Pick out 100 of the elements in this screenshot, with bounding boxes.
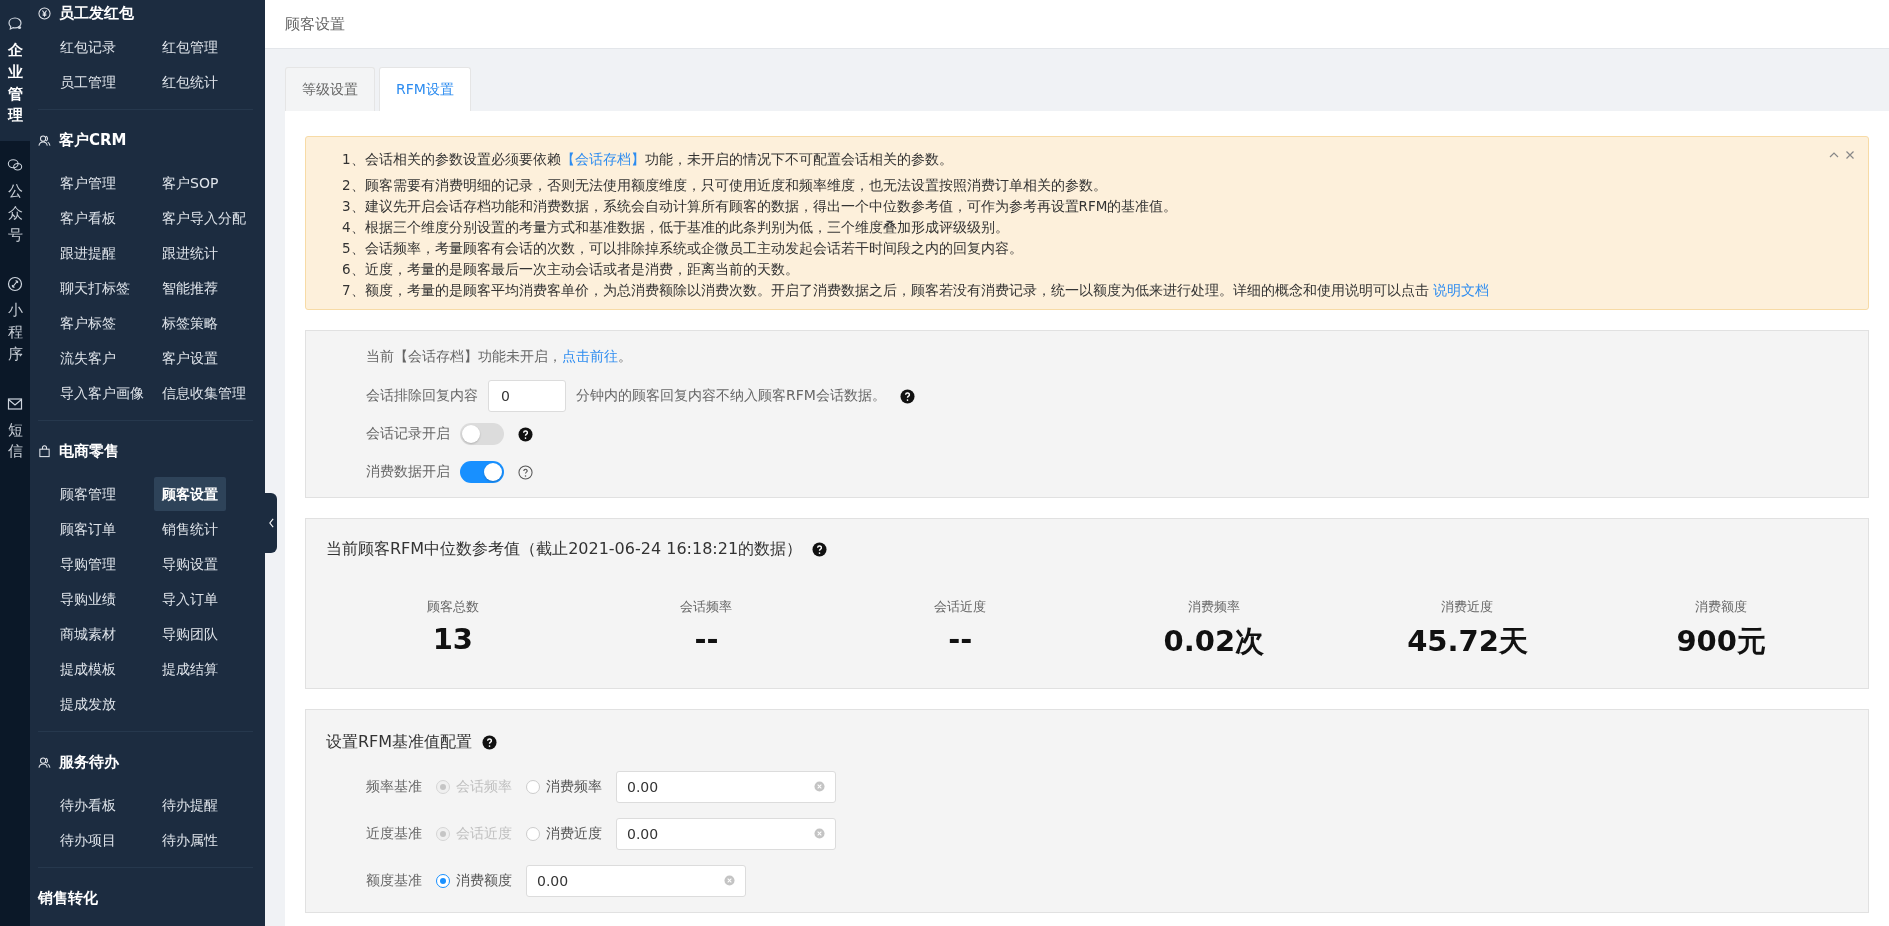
menu-item[interactable]: 标签策略: [154, 306, 226, 340]
rail-item[interactable]: 公众号: [0, 141, 30, 261]
stat-value: 900元: [1676, 623, 1766, 660]
alert-line: 1、会话相关的参数设置必须要依赖【会话存档】功能，未开启的情况下不可配置会话相关的参数。: [342, 150, 953, 169]
clear-icon[interactable]: [814, 828, 825, 839]
chat-bubbles-icon: [7, 157, 23, 173]
rail-item[interactable]: 企业管理: [0, 0, 30, 141]
page-title: 顾客设置: [285, 14, 345, 34]
envelope-icon: [7, 395, 23, 412]
menu-section-title: 销售转化: [38, 888, 98, 908]
menu-item[interactable]: 顾客设置: [154, 477, 226, 511]
menu-item[interactable]: 顾客管理: [52, 477, 124, 511]
menu-item[interactable]: 导入订单: [154, 582, 226, 616]
field-hint: 分钟内的顾客回复内容不纳入顾客RFM会话数据。: [576, 387, 886, 405]
rail-label: 企业管理: [7, 40, 23, 127]
link-circle-icon: [7, 276, 23, 293]
field-label: 会话排除回复内容: [366, 387, 478, 405]
section-title: 设置RFM基准值配置: [326, 732, 473, 753]
alert-line: 3、建议先开启会话存档功能和消费数据，系统会自动计算所有顾客的数据，得出一个中位数参考值，可作为参考再设置RFM的基准值。: [342, 197, 1178, 216]
menu-item[interactable]: 客户SOP: [154, 166, 227, 200]
radio-label: 消费近度: [546, 824, 602, 843]
tab[interactable]: RFM设置: [379, 67, 471, 111]
menu-item[interactable]: 提成结算: [154, 652, 226, 686]
menu-item[interactable]: 导购设置: [154, 547, 226, 581]
clear-icon[interactable]: [724, 875, 735, 886]
menu-item[interactable]: 导购团队: [154, 617, 226, 651]
menu-item[interactable]: 导购管理: [52, 547, 124, 581]
radio-label: 消费额度: [456, 871, 512, 890]
stat-label: 会话近度: [934, 598, 987, 616]
menu-item[interactable]: 红包统计: [154, 65, 226, 99]
help-icon[interactable]: [482, 735, 498, 750]
help-icon[interactable]: [518, 426, 533, 442]
menu-item[interactable]: 客户看板: [52, 201, 124, 235]
menu-item[interactable]: 流失客户: [52, 341, 124, 375]
chevron-left-icon: [267, 518, 275, 528]
menu-item[interactable]: 提成发放: [52, 687, 124, 721]
radio-button[interactable]: [526, 779, 540, 794]
people-icon: [38, 755, 51, 769]
rail-label: 小程序: [7, 300, 23, 365]
minutes-input[interactable]: 0: [488, 380, 566, 412]
field-label: 频率基准: [366, 777, 422, 796]
value-input[interactable]: 0.00: [616, 817, 836, 850]
menu-item[interactable]: 红包管理: [154, 30, 226, 64]
stat-label: 消费近度: [1441, 598, 1494, 616]
menu-item[interactable]: 导入客户画像: [52, 376, 152, 410]
rail-item[interactable]: 短信: [0, 379, 30, 477]
help-icon[interactable]: [812, 542, 828, 557]
stat-value: 45.72天: [1407, 623, 1528, 660]
toggle-label: 消费数据开启: [366, 463, 450, 481]
alert-line: 7、额度，考量的是顾客平均消费客单价，为总消费额除以消费次数。开启了消费数据之后，顾客若没有消费记录，统一以额度为低来进行处理。详细的概念和使用说明可以点击 说明文档: [342, 281, 1489, 300]
shopping-bag-icon: [38, 444, 51, 458]
menu-item[interactable]: 客户管理: [52, 166, 124, 200]
menu-item[interactable]: 信息收集管理: [154, 376, 254, 410]
field-label: 额度基准: [366, 871, 422, 890]
stat-label: 消费频率: [1187, 598, 1240, 616]
toggle-label: 会话记录开启: [366, 425, 450, 443]
menu-item[interactable]: 商城素材: [52, 617, 124, 651]
menu-item[interactable]: 客户设置: [154, 341, 226, 375]
menu-item[interactable]: 跟进提醒: [52, 236, 124, 270]
toggle-switch[interactable]: [460, 423, 504, 445]
clear-icon[interactable]: [814, 781, 825, 792]
menu-item[interactable]: 顾客订单: [52, 512, 124, 546]
menu-item[interactable]: 员工管理: [52, 65, 124, 99]
alert-line: 5、会话频率，考量顾客有会话的次数，可以排除掉系统或企微员工主动发起会话若干时间段之内的回复内容。: [342, 239, 1023, 258]
alert-line: 6、近度，考量的是顾客最后一次主动会话或者是消费，距离当前的天数。: [342, 260, 799, 279]
yen-icon: [38, 6, 51, 20]
toggle-switch[interactable]: [460, 461, 504, 483]
stat-label: 会话频率: [680, 598, 733, 616]
help-icon[interactable]: [899, 388, 915, 404]
stat-value: --: [694, 622, 719, 656]
menu-item[interactable]: 聊天打标签: [52, 271, 138, 305]
menu-item[interactable]: 红包记录: [52, 30, 124, 64]
value-input[interactable]: 0.00: [616, 770, 836, 803]
stat-label: 顾客总数: [426, 598, 479, 616]
menu-item[interactable]: 待办提醒: [154, 788, 226, 822]
menu-item[interactable]: 导购业绩: [52, 582, 124, 616]
menu-item[interactable]: 待办项目: [52, 823, 124, 857]
rail-label: 公众号: [7, 181, 23, 246]
value-input[interactable]: 0.00: [526, 864, 746, 897]
people-icon: [38, 133, 51, 147]
menu-item[interactable]: 智能推荐: [154, 271, 226, 305]
stat-value: 0.02次: [1163, 623, 1265, 660]
stat-value: 13: [432, 622, 473, 656]
menu-item[interactable]: 提成模板: [52, 652, 124, 686]
menu-section-title: 员工发红包: [59, 3, 134, 23]
close-icon[interactable]: [1844, 149, 1856, 161]
rail-label: 短信: [7, 419, 23, 463]
radio-button[interactable]: [436, 873, 450, 888]
menu-item[interactable]: 待办属性: [154, 823, 226, 857]
menu-item[interactable]: 客户导入分配: [154, 201, 254, 235]
stat-label: 消费额度: [1695, 598, 1748, 616]
collapse-handle[interactable]: [265, 493, 277, 553]
radio-button[interactable]: [526, 826, 540, 841]
menu-item[interactable]: 客户标签: [52, 306, 124, 340]
menu-item[interactable]: 跟进统计: [154, 236, 226, 270]
menu-item[interactable]: 待办看板: [52, 788, 124, 822]
tab[interactable]: 等级设置: [285, 67, 375, 111]
field-label: 近度基准: [366, 824, 422, 843]
menu-item[interactable]: 销售统计: [154, 512, 226, 546]
rail-item[interactable]: 小程序: [0, 260, 30, 380]
